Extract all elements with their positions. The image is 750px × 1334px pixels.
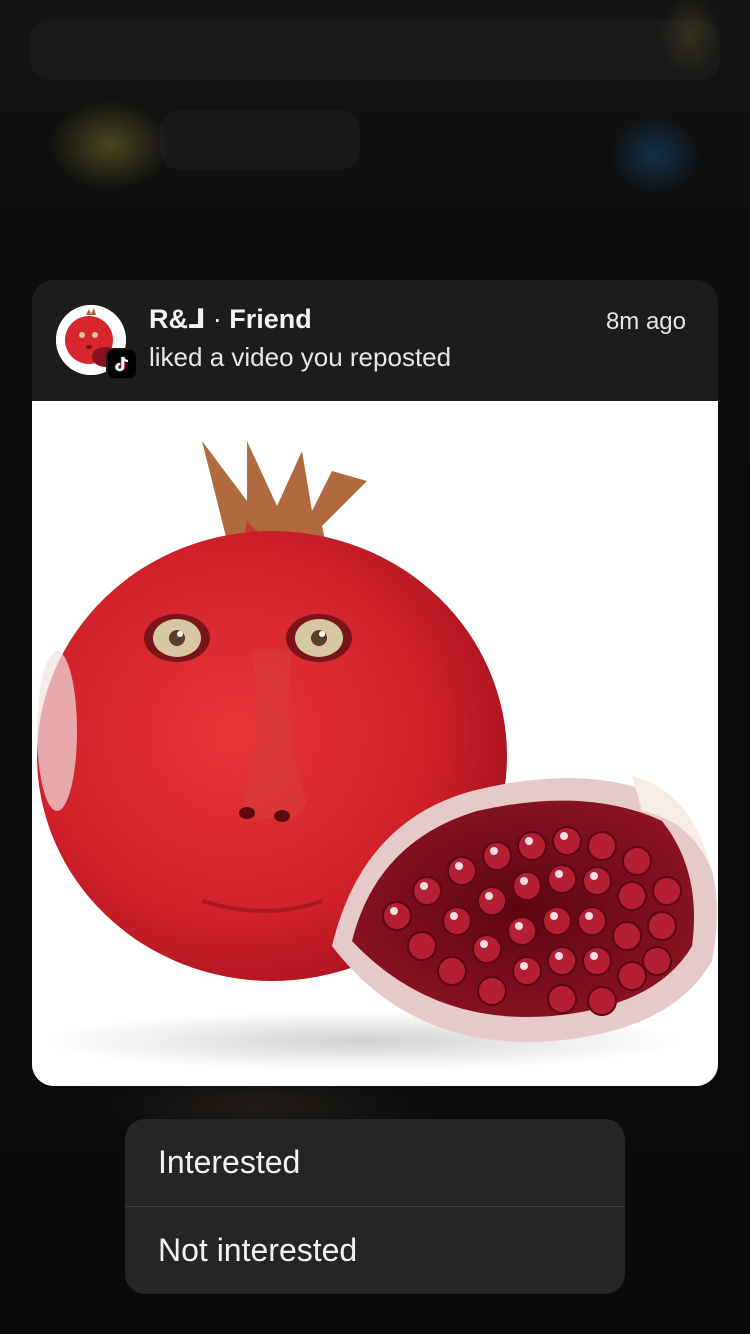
separator: ·: [212, 304, 222, 334]
context-menu: Interested Not interested: [125, 1119, 625, 1294]
tiktok-icon: [106, 348, 138, 380]
pomegranate-image: [32, 401, 718, 1086]
timestamp: 8m ago: [605, 308, 686, 335]
notification-message: liked a video you reposted: [149, 342, 452, 372]
notification-card[interactable]: R&⅃ · Friend liked a video you reposted …: [32, 280, 718, 1086]
interested-button[interactable]: Interested: [125, 1119, 625, 1206]
sender-name: R&⅃: [149, 304, 206, 334]
blurred-text: [160, 110, 360, 170]
relation-label: Friend: [229, 304, 312, 334]
sender-line: R&⅃ · Friend: [149, 304, 312, 335]
not-interested-button[interactable]: Not interested: [125, 1207, 625, 1294]
notification-header: R&⅃ · Friend liked a video you reposted …: [32, 280, 718, 401]
blurred-header: [30, 20, 720, 80]
video-thumbnail[interactable]: [32, 401, 718, 1086]
